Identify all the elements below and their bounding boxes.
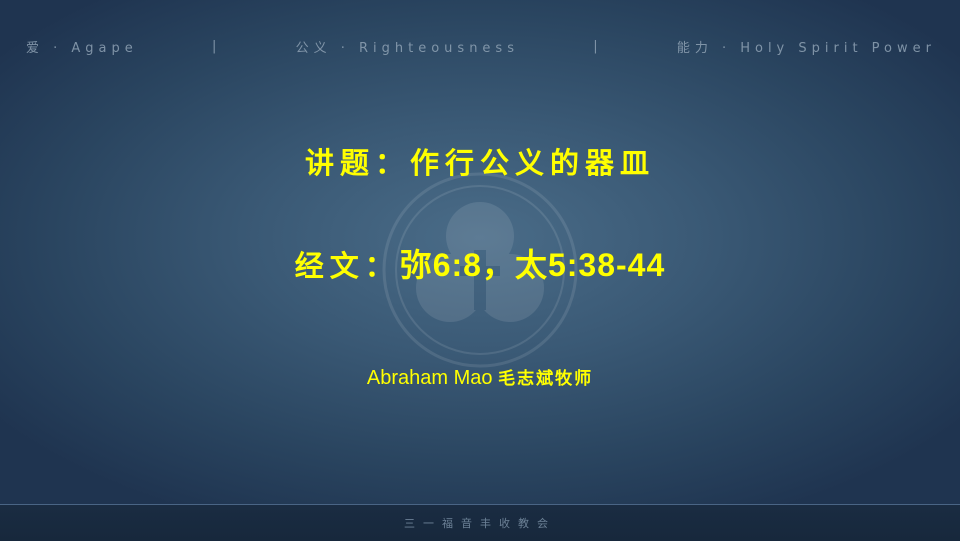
banner-separator: |: [593, 38, 603, 54]
speaker-name: Abraham Mao: [366, 367, 493, 389]
slide: 爱 · Agape | 公义 · Righteousness | 能力 · Ho…: [0, 0, 960, 541]
speaker-line: Abraham Mao 毛志斌牧师: [0, 364, 960, 390]
speaker-name-chinese: 毛志斌牧师: [498, 369, 594, 389]
banner-item-righteousness: 公义 · Righteousness: [295, 40, 519, 56]
banner-item-love: 爱 · Agape: [26, 40, 138, 56]
top-banner: 爱 · Agape | 公义 · Righteousness | 能力 · Ho…: [26, 36, 936, 56]
banner-separator: |: [211, 38, 222, 54]
scripture-references: 弥6:8，太5:38-44: [399, 247, 666, 283]
banner-item-power: 能力 · Holy Spirit Power: [676, 40, 936, 56]
footer-bar: 三一福音丰收教会: [0, 504, 960, 541]
scripture-label: 经文：: [294, 249, 400, 283]
scripture-line: 经文：弥6:8，太5:38-44: [0, 240, 960, 286]
sermon-topic: 讲题：作行公义的器皿: [304, 146, 655, 180]
church-name: 三一福音丰收教会: [404, 517, 556, 530]
